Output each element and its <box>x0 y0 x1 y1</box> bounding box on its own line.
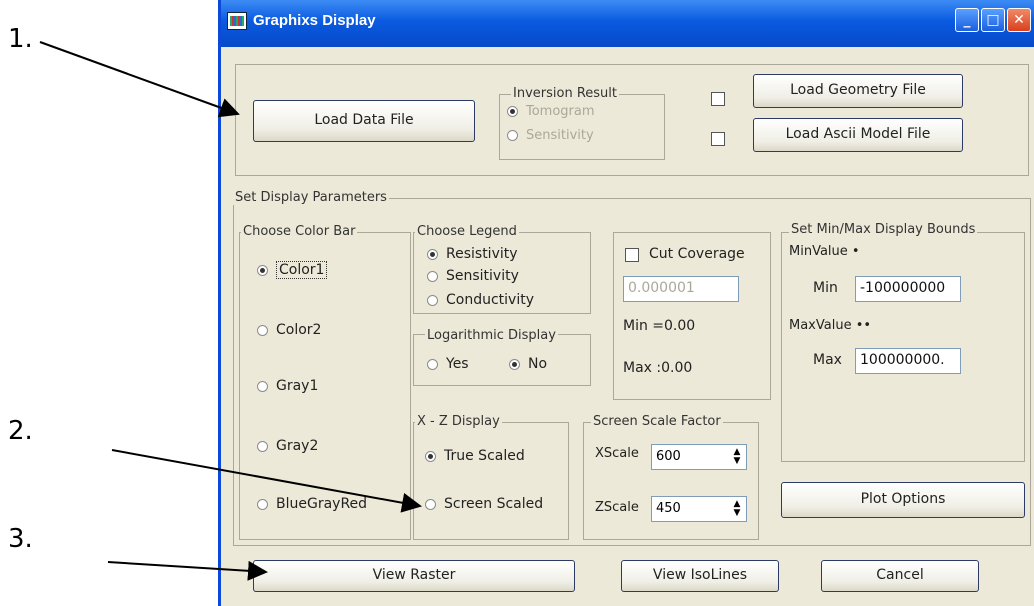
arrow-2 <box>111 449 422 513</box>
arrow-1 <box>39 41 240 118</box>
arrow-3 <box>107 560 268 581</box>
annotation-arrows <box>39 41 422 581</box>
